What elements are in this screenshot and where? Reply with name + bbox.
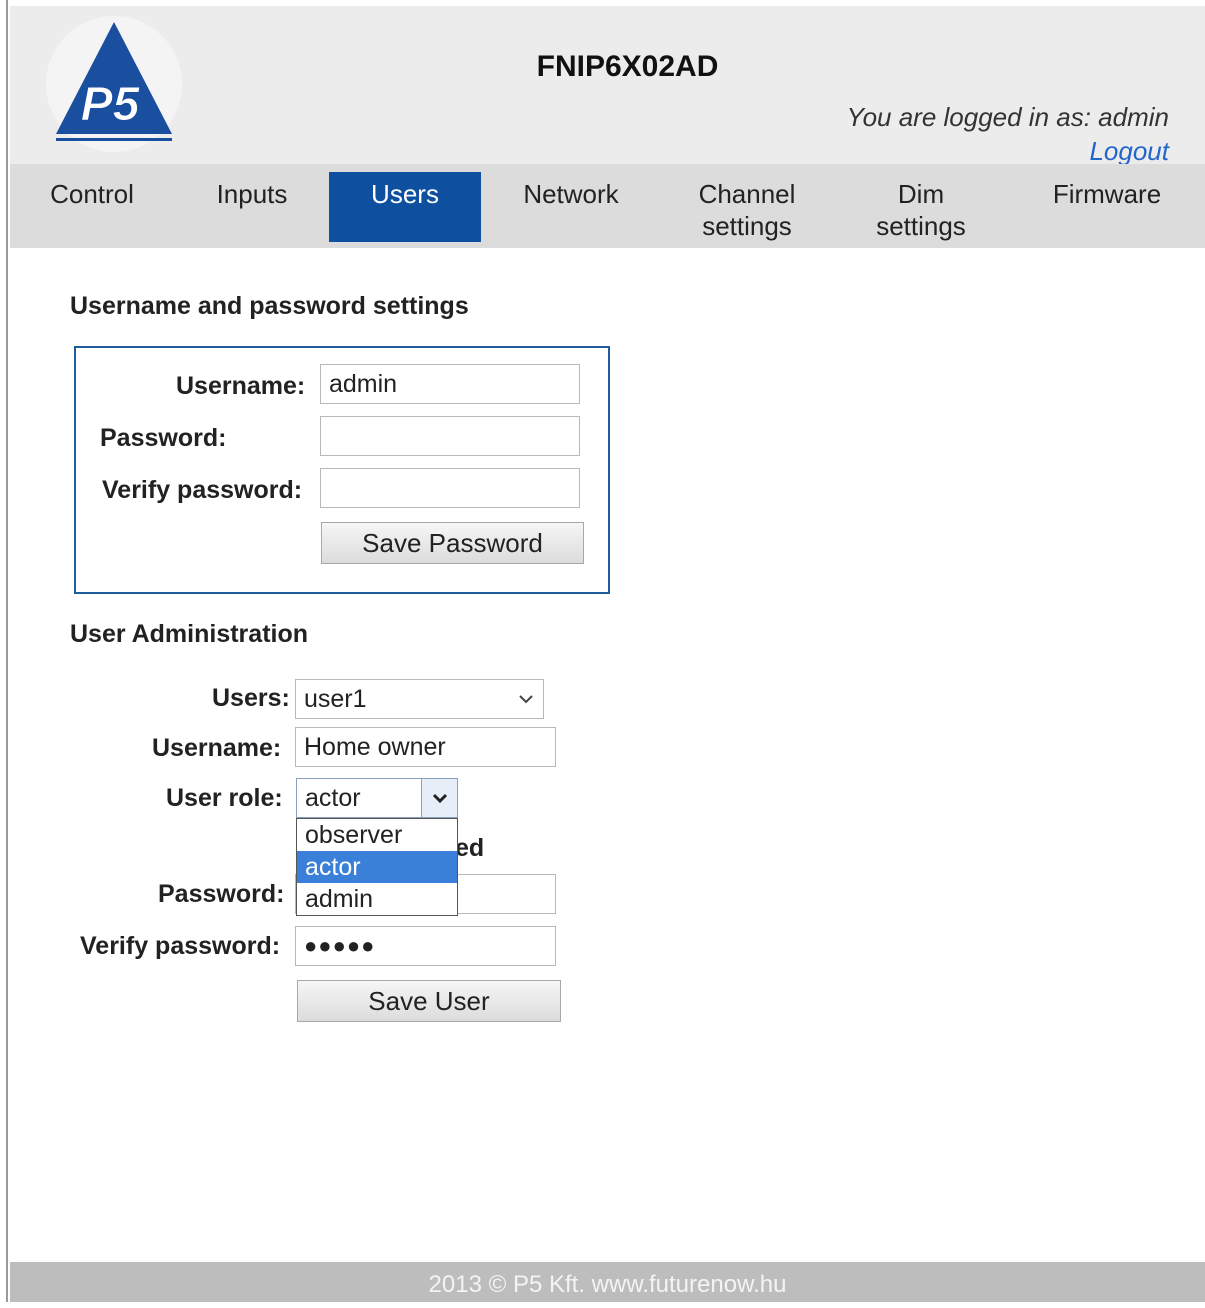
save-password-button[interactable]: Save Password — [321, 522, 584, 564]
user-role-select[interactable]: actor — [296, 778, 458, 818]
verify-password-input[interactable] — [320, 468, 580, 508]
device-title: FNIP6X02AD — [536, 50, 719, 83]
password-input[interactable] — [320, 416, 580, 456]
username-input[interactable] — [320, 364, 580, 404]
admin-username-input[interactable] — [295, 727, 556, 767]
tab-users[interactable]: Users — [329, 172, 481, 242]
users-label: Users: — [212, 684, 290, 712]
user-role-label: User role: — [166, 784, 283, 812]
main-nav: Control Inputs Users Network Channel set… — [10, 164, 1205, 248]
users-select[interactable]: user1 — [295, 679, 544, 719]
save-user-button[interactable]: Save User — [297, 980, 561, 1022]
logo-text: P5 — [81, 78, 141, 131]
user-role-value: actor — [305, 784, 361, 812]
user-verify-password-input[interactable]: ●●●●● — [295, 926, 556, 966]
tab-firmware[interactable]: Firmware — [1042, 172, 1172, 242]
user-verify-password-label: Verify password: — [80, 932, 281, 960]
password-label: Password: — [100, 424, 227, 452]
password-settings-title: Username and password settings — [70, 292, 469, 320]
role-option-observer[interactable]: observer — [297, 819, 457, 851]
footer: 2013 © P5 Kft. www.futurenow.hu — [10, 1262, 1205, 1302]
admin-username-label: Username: — [152, 734, 282, 762]
chevron-down-icon — [519, 695, 533, 704]
logged-in-status: You are logged in as: admin — [846, 102, 1169, 132]
role-option-admin[interactable]: admin — [297, 883, 457, 915]
verify-password-label: Verify password: — [102, 476, 303, 504]
chevron-down-icon — [432, 793, 448, 804]
user-password-label: Password: — [158, 880, 285, 908]
username-label: Username: — [176, 372, 306, 400]
tab-inputs[interactable]: Inputs — [192, 172, 312, 242]
left-border — [0, 0, 8, 1302]
tab-channel-settings[interactable]: Channel settings — [682, 172, 812, 242]
users-select-value: user1 — [304, 685, 367, 713]
page-header: P5 FNIP6X02AD You are logged in as: admi… — [10, 6, 1205, 167]
role-option-actor[interactable]: actor — [297, 851, 457, 883]
user-role-options: observer actor admin — [296, 818, 458, 916]
tab-network[interactable]: Network — [506, 172, 636, 242]
user-admin-title: User Administration — [70, 620, 309, 648]
user-role-dropdown-button[interactable] — [421, 779, 457, 817]
tab-dim-settings[interactable]: Dim settings — [866, 172, 976, 242]
logout-link[interactable]: Logout — [1089, 136, 1169, 167]
tab-control[interactable]: Control — [32, 172, 152, 242]
p5-logo-icon: P5 — [46, 16, 182, 152]
